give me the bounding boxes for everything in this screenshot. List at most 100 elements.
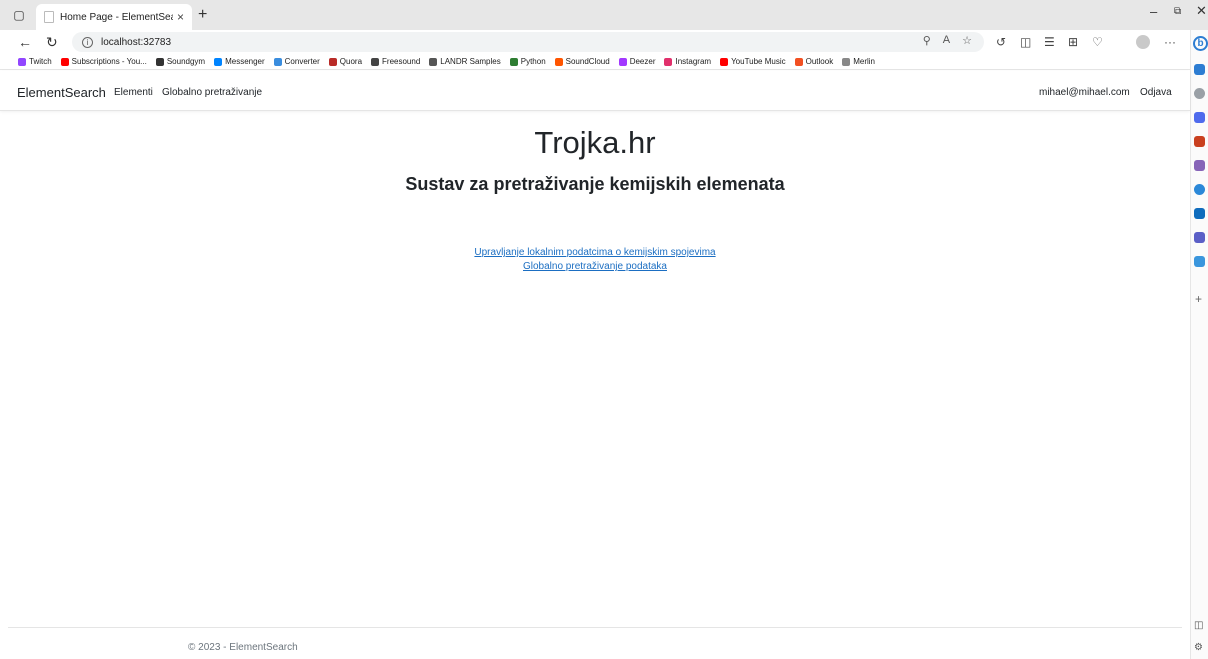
logout-link[interactable]: Odjava <box>1140 87 1172 98</box>
site-navbar: ElementSearch Elementi Globalno pretraži… <box>0 71 1190 111</box>
bookmark-item[interactable]: SoundCloud <box>554 57 610 66</box>
bookmark-item[interactable]: Freesound <box>371 57 420 66</box>
sidebar-settings-icon[interactable]: ⚙ <box>1194 642 1203 653</box>
favorite-star-icon[interactable]: ☆ <box>962 34 972 47</box>
bookmark-label: SoundCloud <box>565 57 610 66</box>
bookmark-label: LANDR Samples <box>440 57 501 66</box>
brand-link[interactable]: ElementSearch <box>17 85 106 100</box>
bookmark-item[interactable]: Merlin <box>842 57 875 66</box>
bookmark-favicon-icon <box>371 57 380 66</box>
site-footer: © 2023 - ElementSearch <box>8 627 1182 653</box>
bookmark-favicon-icon <box>18 57 26 66</box>
browser-essentials-icon[interactable]: ♡ <box>1092 34 1103 50</box>
bookmark-label: Twitch <box>29 57 52 66</box>
shopping-icon[interactable] <box>1194 112 1205 123</box>
office-icon[interactable] <box>1194 184 1205 195</box>
bookmark-favicon-icon <box>509 57 518 66</box>
bookmark-item[interactable]: Twitch <box>18 57 52 66</box>
nav-link-elementi[interactable]: Elementi <box>114 87 153 98</box>
bookmark-favicon-icon <box>720 57 729 66</box>
site-info-icon[interactable]: i <box>82 36 93 48</box>
bookmark-favicon-icon <box>155 57 164 66</box>
global-search-link[interactable]: Globalno pretraživanje podataka <box>0 260 1190 274</box>
bookmark-label: Deezer <box>629 57 656 66</box>
read-aloud-icon[interactable]: A <box>943 34 950 47</box>
designer-icon[interactable] <box>1194 232 1205 243</box>
collections-icon[interactable]: ⊞ <box>1068 34 1078 50</box>
footer-copyright: © 2023 - ElementSearch <box>188 642 298 653</box>
add-sidebar-icon[interactable]: + <box>1195 292 1202 306</box>
games-icon[interactable] <box>1194 160 1205 171</box>
bookmark-favicon-icon <box>328 57 337 66</box>
bookmark-favicon-icon <box>214 57 223 66</box>
page-favicon-icon <box>44 11 54 23</box>
bookmark-label: Merlin <box>853 57 875 66</box>
bookmark-favicon-icon <box>429 57 438 66</box>
outlook-icon[interactable] <box>1194 208 1205 219</box>
bookmark-label: Soundgym <box>166 57 206 66</box>
main-links: Upravljanje lokalnim podatcima o kemijsk… <box>0 246 1190 274</box>
bookmark-item[interactable]: Quora <box>328 57 363 66</box>
sidebar-toggle-icon[interactable]: ◫ <box>1194 620 1203 631</box>
tab-actions-icon[interactable]: ▢ <box>8 4 30 26</box>
browser-tab-bar: ▢ Home Page - ElementSearch × + – ⧉ ✕ <box>0 0 1208 30</box>
bookmark-favicon-icon <box>664 57 673 66</box>
bookmark-favicon-icon <box>618 57 627 66</box>
web-page: ElementSearch Elementi Globalno pretraži… <box>0 71 1190 659</box>
browser-tab[interactable]: Home Page - ElementSearch × <box>36 4 192 30</box>
browser-address-bar: ← ↻ i localhost:32783 ⚲ A ☆ ↺ ◫ ☰ ⊞ ♡ ··… <box>0 30 1208 54</box>
bookmark-label: Converter <box>284 57 320 66</box>
bookmark-item[interactable]: Subscriptions - You... <box>60 57 147 66</box>
split-screen-icon[interactable]: ◫ <box>1020 34 1031 50</box>
drop-icon[interactable] <box>1194 256 1205 267</box>
bookmark-item[interactable]: Deezer <box>618 57 656 66</box>
manage-local-data-link[interactable]: Upravljanje lokalnim podatcima o kemijsk… <box>0 246 1190 260</box>
bookmark-label: Messenger <box>225 57 265 66</box>
bookmark-favicon-icon <box>794 57 803 66</box>
bookmark-label: Python <box>520 57 546 66</box>
page-title: Trojka.hr <box>534 125 656 160</box>
bookmark-label: YouTube Music <box>731 57 786 66</box>
url-input[interactable]: i localhost:32783 ⚲ A ☆ <box>72 32 984 52</box>
bookmark-item[interactable]: Messenger <box>214 57 265 66</box>
favorites-icon[interactable]: ☰ <box>1044 34 1055 50</box>
bookmark-favicon-icon <box>842 57 851 66</box>
bookmark-item[interactable]: Python <box>509 57 546 66</box>
search-icon[interactable] <box>1194 88 1205 99</box>
bookmark-favicon-icon <box>273 57 282 66</box>
bookmark-favicon-icon <box>60 57 69 66</box>
bookmark-label: Instagram <box>675 57 712 66</box>
tab-title: Home Page - ElementSearch <box>60 11 173 23</box>
close-window-icon[interactable]: ✕ <box>1196 3 1207 19</box>
bookmark-label: Outlook <box>805 57 834 66</box>
nav-link-globalno-pretrazivanje[interactable]: Globalno pretraživanje <box>162 87 262 98</box>
bookmark-item[interactable]: Converter <box>273 57 320 66</box>
minimize-icon[interactable]: – <box>1150 4 1157 19</box>
bookmark-label: Freesound <box>382 57 421 66</box>
restore-icon[interactable]: ⧉ <box>1174 6 1181 17</box>
close-tab-icon[interactable]: × <box>177 10 184 24</box>
user-email-link[interactable]: mihael@mihael.com <box>1039 87 1130 98</box>
more-menu-icon[interactable]: ··· <box>1164 34 1176 50</box>
bookmark-item[interactable]: Instagram <box>664 57 711 66</box>
edge-sidebar: b + ◫ ⚙ <box>1190 30 1208 659</box>
bookmark-item[interactable]: LANDR Samples <box>429 57 501 66</box>
back-icon[interactable]: ← <box>18 33 32 51</box>
notification-icon[interactable] <box>1194 64 1205 75</box>
refresh-icon[interactable]: ↻ <box>46 33 58 51</box>
new-tab-icon[interactable]: + <box>198 5 207 25</box>
tools-icon[interactable] <box>1194 136 1205 147</box>
profile-avatar[interactable] <box>1136 35 1150 49</box>
bookmarks-bar: Twitch Subscriptions - You... Soundgym Mess… <box>0 54 1190 70</box>
key-icon[interactable]: ⚲ <box>923 34 931 47</box>
page-subtitle: Sustav za pretraživanje kemijskih elemen… <box>405 174 785 194</box>
url-text: localhost:32783 <box>101 36 172 48</box>
bookmark-favicon-icon <box>554 57 563 66</box>
bookmark-item[interactable]: Outlook <box>794 57 834 66</box>
bing-chat-icon[interactable]: b <box>1193 36 1208 51</box>
bookmark-item[interactable]: Soundgym <box>155 57 206 66</box>
bookmark-item[interactable]: YouTube Music <box>720 57 786 66</box>
bookmark-label: Subscriptions - You... <box>71 57 147 66</box>
extension-icon[interactable]: ↺ <box>996 34 1006 50</box>
bookmark-label: Quora <box>339 57 363 66</box>
